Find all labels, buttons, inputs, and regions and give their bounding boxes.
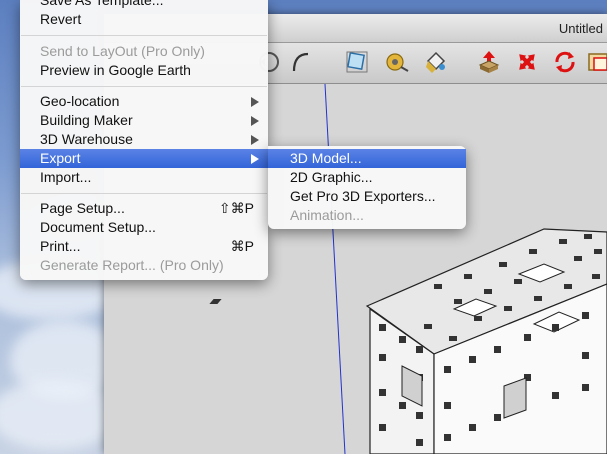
tape-measure-icon[interactable] <box>384 49 410 75</box>
submenu-arrow-icon <box>251 97 259 107</box>
menu-item-generate-report: Generate Report... (Pro Only) <box>20 256 268 275</box>
menu-item-page-setup[interactable]: Page Setup... ⇧⌘P <box>20 199 268 218</box>
export-submenu: 3D Model... 2D Graphic... Get Pro 3D Exp… <box>268 146 466 229</box>
window-title: Untitled <box>558 21 603 36</box>
menu-item-shortcut: ⌘P <box>230 238 254 254</box>
menu-item-geo-location[interactable]: Geo-location <box>20 92 268 111</box>
menu-item-shortcut: ⇧⌘P <box>218 200 254 216</box>
menu-item-label: Preview in Google Earth <box>40 62 191 78</box>
menu-item-label: Document Setup... <box>40 219 156 235</box>
menu-item-label: Revert <box>40 11 82 27</box>
menu-item-import[interactable]: Import... <box>20 168 268 187</box>
submenu-item-animation: Animation... <box>268 206 466 225</box>
submenu-item-2d-graphic[interactable]: 2D Graphic... <box>268 168 466 187</box>
menu-item-print[interactable]: Print... ⌘P <box>20 237 268 256</box>
axis-line <box>324 84 346 454</box>
menu-item-save-as-template[interactable]: Save As Template... <box>20 0 268 10</box>
submenu-arrow-icon <box>251 116 259 126</box>
menu-item-label: Import... <box>40 169 92 185</box>
scale-icon[interactable] <box>344 49 370 75</box>
menu-item-send-to-layout: Send to LayOut (Pro Only) <box>20 42 268 61</box>
menu-separator <box>21 86 267 87</box>
menu-item-label: Send to LayOut (Pro Only) <box>40 43 205 59</box>
menu-item-label: Animation... <box>290 207 364 223</box>
menu-separator <box>21 193 267 194</box>
menu-item-label: Get Pro 3D Exporters... <box>290 188 436 204</box>
paint-bucket-icon[interactable] <box>422 49 448 75</box>
menu-item-label: Geo-location <box>40 93 120 109</box>
menu-item-label: Save As Template... <box>40 0 164 8</box>
push-pull-icon[interactable] <box>476 49 502 75</box>
menu-item-label: Building Maker <box>40 112 133 128</box>
menu-item-document-setup[interactable]: Document Setup... <box>20 218 268 237</box>
menu-item-export[interactable]: Export <box>20 149 268 168</box>
menu-item-label: Export <box>40 150 81 166</box>
menu-item-label: 2D Graphic... <box>290 169 373 185</box>
offset-icon[interactable] <box>586 49 607 75</box>
menu-item-label: 3D Warehouse <box>40 131 133 147</box>
menu-item-building-maker[interactable]: Building Maker <box>20 111 268 130</box>
menu-item-revert[interactable]: Revert <box>20 10 268 29</box>
menu-item-3d-warehouse[interactable]: 3D Warehouse <box>20 130 268 149</box>
menu-item-label: 3D Model... <box>290 150 362 166</box>
submenu-item-3d-model[interactable]: 3D Model... <box>268 149 466 168</box>
submenu-arrow-icon <box>251 135 259 145</box>
rotate-icon[interactable] <box>552 49 578 75</box>
menu-item-preview-google-earth[interactable]: Preview in Google Earth <box>20 61 268 80</box>
submenu-arrow-icon <box>251 154 259 164</box>
menu-separator <box>21 35 267 36</box>
submenu-item-get-pro-3d-exporters[interactable]: Get Pro 3D Exporters... <box>268 187 466 206</box>
menu-item-label: Page Setup... <box>40 200 125 216</box>
arc-icon[interactable] <box>288 49 314 75</box>
move-icon[interactable] <box>514 49 540 75</box>
file-menu: Save As Template... Revert Send to LayOu… <box>20 0 268 280</box>
menu-item-label: Generate Report... (Pro Only) <box>40 257 224 273</box>
menu-item-label: Print... <box>40 238 81 254</box>
